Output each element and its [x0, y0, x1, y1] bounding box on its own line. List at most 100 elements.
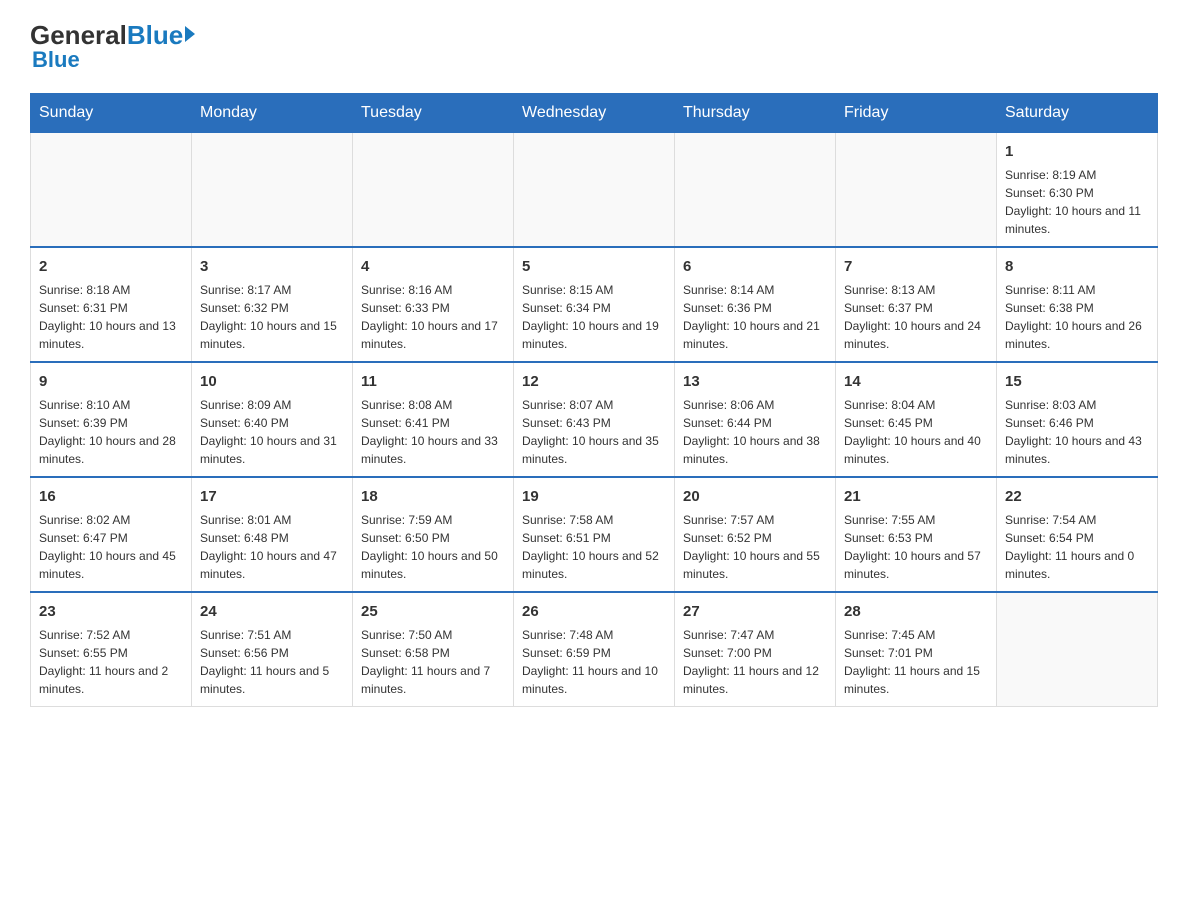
day-number: 9 [39, 371, 183, 392]
day-number: 5 [522, 256, 666, 277]
weekday-header-monday: Monday [192, 94, 353, 133]
calendar-cell [514, 133, 675, 248]
day-number: 17 [200, 486, 344, 507]
day-number: 1 [1005, 141, 1149, 162]
calendar-cell [192, 133, 353, 248]
calendar-body: 1 Sunrise: 8:19 AMSunset: 6:30 PMDaylight… [31, 133, 1158, 707]
calendar-cell: 13 Sunrise: 8:06 AMSunset: 6:44 PMDayligh… [675, 362, 836, 477]
day-info: Sunrise: 8:14 AMSunset: 6:36 PMDaylight:… [683, 281, 827, 353]
calendar-week-row: 2 Sunrise: 8:18 AMSunset: 6:31 PMDaylight… [31, 247, 1158, 362]
calendar-cell: 10Sunrise: 8:09 AMSunset: 6:40 PMDayligh… [192, 362, 353, 477]
calendar-cell: 25Sunrise: 7:50 AMSunset: 6:58 PMDayligh… [353, 592, 514, 707]
calendar-cell: 19 Sunrise: 7:58 AMSunset: 6:51 PMDayligh… [514, 477, 675, 592]
day-number: 4 [361, 256, 505, 277]
day-info: Sunrise: 7:58 AMSunset: 6:51 PMDaylight:… [522, 511, 666, 583]
day-info: Sunrise: 8:09 AMSunset: 6:40 PMDaylight:… [200, 396, 344, 468]
day-info: Sunrise: 7:51 AMSunset: 6:56 PMDaylight:… [200, 626, 344, 698]
logo-arrow-icon [185, 26, 195, 42]
calendar-cell: 3 Sunrise: 8:17 AMSunset: 6:32 PMDaylight… [192, 247, 353, 362]
calendar-cell: 18 Sunrise: 7:59 AMSunset: 6:50 PMDayligh… [353, 477, 514, 592]
day-info: Sunrise: 7:57 AMSunset: 6:52 PMDaylight:… [683, 511, 827, 583]
calendar-cell: 22 Sunrise: 7:54 AMSunset: 6:54 PMDayligh… [997, 477, 1158, 592]
weekday-header-thursday: Thursday [675, 94, 836, 133]
calendar-cell: 5 Sunrise: 8:15 AMSunset: 6:34 PMDaylight… [514, 247, 675, 362]
calendar-week-row: 23 Sunrise: 7:52 AMSunset: 6:55 PMDayligh… [31, 592, 1158, 707]
calendar-week-row: 16Sunrise: 8:02 AMSunset: 6:47 PMDayligh… [31, 477, 1158, 592]
day-info: Sunrise: 8:03 AMSunset: 6:46 PMDaylight:… [1005, 396, 1149, 468]
day-info: Sunrise: 8:01 AMSunset: 6:48 PMDaylight:… [200, 511, 344, 583]
calendar-cell [31, 133, 192, 248]
day-info: Sunrise: 8:18 AMSunset: 6:31 PMDaylight:… [39, 281, 183, 353]
logo-blue: Blue [127, 20, 183, 51]
day-info: Sunrise: 8:10 AMSunset: 6:39 PMDaylight:… [39, 396, 183, 468]
day-info: Sunrise: 7:59 AMSunset: 6:50 PMDaylight:… [361, 511, 505, 583]
day-info: Sunrise: 8:16 AMSunset: 6:33 PMDaylight:… [361, 281, 505, 353]
day-number: 13 [683, 371, 827, 392]
day-number: 28 [844, 601, 988, 622]
calendar-cell: 14 Sunrise: 8:04 AMSunset: 6:45 PMDayligh… [836, 362, 997, 477]
day-info: Sunrise: 8:15 AMSunset: 6:34 PMDaylight:… [522, 281, 666, 353]
day-number: 8 [1005, 256, 1149, 277]
calendar-cell: 11 Sunrise: 8:08 AMSunset: 6:41 PMDayligh… [353, 362, 514, 477]
day-info: Sunrise: 7:55 AMSunset: 6:53 PMDaylight:… [844, 511, 988, 583]
calendar-cell: 28 Sunrise: 7:45 AMSunset: 7:01 PMDayligh… [836, 592, 997, 707]
day-number: 22 [1005, 486, 1149, 507]
calendar-cell [353, 133, 514, 248]
day-number: 25 [361, 601, 505, 622]
day-info: Sunrise: 7:54 AMSunset: 6:54 PMDaylight:… [1005, 511, 1149, 583]
day-info: Sunrise: 8:19 AMSunset: 6:30 PMDaylight:… [1005, 166, 1149, 238]
day-number: 18 [361, 486, 505, 507]
calendar-cell: 7 Sunrise: 8:13 AMSunset: 6:37 PMDaylight… [836, 247, 997, 362]
day-number: 14 [844, 371, 988, 392]
day-info: Sunrise: 8:07 AMSunset: 6:43 PMDaylight:… [522, 396, 666, 468]
calendar-cell: 21 Sunrise: 7:55 AMSunset: 6:53 PMDayligh… [836, 477, 997, 592]
weekday-header-row: SundayMondayTuesdayWednesdayThursdayFrid… [31, 94, 1158, 133]
calendar-header: SundayMondayTuesdayWednesdayThursdayFrid… [31, 94, 1158, 133]
day-info: Sunrise: 7:47 AMSunset: 7:00 PMDaylight:… [683, 626, 827, 698]
calendar-table: SundayMondayTuesdayWednesdayThursdayFrid… [30, 93, 1158, 707]
weekday-header-saturday: Saturday [997, 94, 1158, 133]
calendar-cell: 4 Sunrise: 8:16 AMSunset: 6:33 PMDaylight… [353, 247, 514, 362]
day-number: 23 [39, 601, 183, 622]
weekday-header-wednesday: Wednesday [514, 94, 675, 133]
weekday-header-sunday: Sunday [31, 94, 192, 133]
day-number: 21 [844, 486, 988, 507]
calendar-cell: 1 Sunrise: 8:19 AMSunset: 6:30 PMDaylight… [997, 133, 1158, 248]
day-info: Sunrise: 8:13 AMSunset: 6:37 PMDaylight:… [844, 281, 988, 353]
day-info: Sunrise: 8:04 AMSunset: 6:45 PMDaylight:… [844, 396, 988, 468]
day-number: 2 [39, 256, 183, 277]
day-number: 16 [39, 486, 183, 507]
calendar-cell: 6 Sunrise: 8:14 AMSunset: 6:36 PMDaylight… [675, 247, 836, 362]
calendar-cell: 15 Sunrise: 8:03 AMSunset: 6:46 PMDayligh… [997, 362, 1158, 477]
day-number: 12 [522, 371, 666, 392]
day-info: Sunrise: 7:52 AMSunset: 6:55 PMDaylight:… [39, 626, 183, 698]
weekday-header-tuesday: Tuesday [353, 94, 514, 133]
calendar-cell [997, 592, 1158, 707]
day-number: 11 [361, 371, 505, 392]
day-number: 19 [522, 486, 666, 507]
day-info: Sunrise: 7:48 AMSunset: 6:59 PMDaylight:… [522, 626, 666, 698]
calendar-cell: 16Sunrise: 8:02 AMSunset: 6:47 PMDayligh… [31, 477, 192, 592]
day-number: 26 [522, 601, 666, 622]
calendar-cell: 24 Sunrise: 7:51 AMSunset: 6:56 PMDayligh… [192, 592, 353, 707]
calendar-cell: 17 Sunrise: 8:01 AMSunset: 6:48 PMDayligh… [192, 477, 353, 592]
weekday-header-friday: Friday [836, 94, 997, 133]
logo-subtitle: Blue [32, 47, 80, 73]
day-number: 3 [200, 256, 344, 277]
calendar-week-row: 9 Sunrise: 8:10 AMSunset: 6:39 PMDaylight… [31, 362, 1158, 477]
calendar-week-row: 1 Sunrise: 8:19 AMSunset: 6:30 PMDaylight… [31, 133, 1158, 248]
calendar-cell: 27Sunrise: 7:47 AMSunset: 7:00 PMDayligh… [675, 592, 836, 707]
day-number: 20 [683, 486, 827, 507]
calendar-cell: 12 Sunrise: 8:07 AMSunset: 6:43 PMDayligh… [514, 362, 675, 477]
calendar-cell [836, 133, 997, 248]
day-number: 15 [1005, 371, 1149, 392]
day-number: 7 [844, 256, 988, 277]
day-info: Sunrise: 8:11 AMSunset: 6:38 PMDaylight:… [1005, 281, 1149, 353]
day-info: Sunrise: 8:08 AMSunset: 6:41 PMDaylight:… [361, 396, 505, 468]
day-info: Sunrise: 7:45 AMSunset: 7:01 PMDaylight:… [844, 626, 988, 698]
day-info: Sunrise: 8:17 AMSunset: 6:32 PMDaylight:… [200, 281, 344, 353]
day-info: Sunrise: 8:06 AMSunset: 6:44 PMDaylight:… [683, 396, 827, 468]
day-number: 6 [683, 256, 827, 277]
day-number: 24 [200, 601, 344, 622]
calendar-cell: 23 Sunrise: 7:52 AMSunset: 6:55 PMDayligh… [31, 592, 192, 707]
